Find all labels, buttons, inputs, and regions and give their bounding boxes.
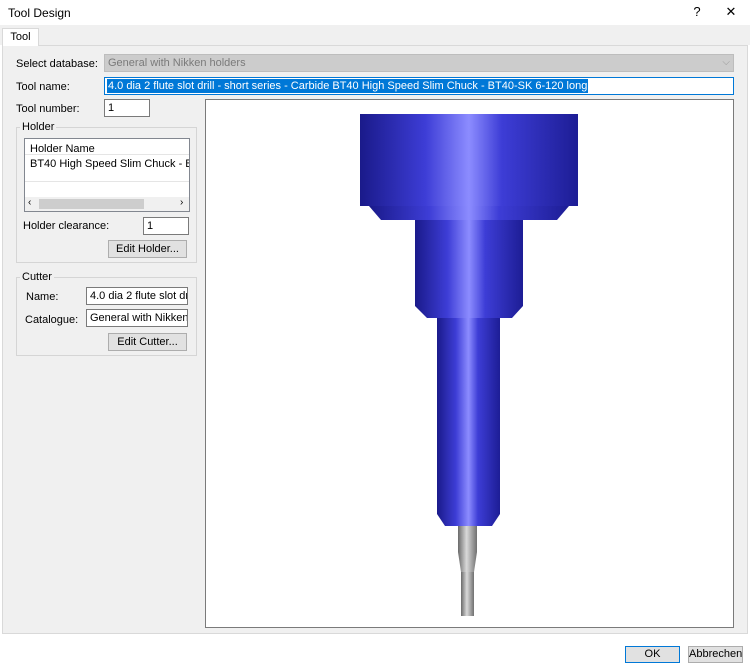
chevron-left-icon[interactable]: ‹ (28, 197, 31, 208)
close-button[interactable]: ✕ (716, 2, 746, 22)
tab-tool[interactable]: Tool (2, 28, 39, 46)
tool-number-input[interactable]: 1 (104, 99, 150, 117)
database-select: General with Nikken holders ⌵ (104, 54, 734, 72)
catalogue-input[interactable]: General with Nikken holders (86, 309, 188, 327)
holder-clearance-input[interactable]: 1 (143, 217, 189, 235)
list-divider (25, 154, 189, 155)
chevron-down-icon: ⌵ (722, 57, 730, 68)
tool-name-value: 4.0 dia 2 flute slot drill - short serie… (107, 79, 589, 93)
edit-holder-button[interactable]: Edit Holder... (108, 240, 187, 258)
database-label: Select database: (16, 58, 98, 70)
cutter-name-label: Name: (26, 291, 59, 303)
tool-preview (205, 99, 734, 628)
catalogue-label: Catalogue: (25, 314, 79, 326)
tool-name-label: Tool name: (16, 81, 70, 93)
cutter-name-input[interactable]: 4.0 dia 2 flute slot drill - short serie… (86, 287, 188, 305)
tool-number-label: Tool number: (16, 103, 80, 115)
cutter-group-title: Cutter (20, 271, 54, 283)
tool-name-input[interactable]: 4.0 dia 2 flute slot drill - short serie… (104, 77, 734, 95)
holder-shape (360, 114, 578, 526)
title-bar (0, 0, 750, 25)
database-value: General with Nikken holders (108, 57, 246, 69)
scrollbar-thumb[interactable] (39, 199, 144, 209)
cutter-shape (458, 526, 477, 616)
list-divider (25, 181, 189, 182)
holder-group-title: Holder (20, 121, 57, 133)
list-item[interactable]: BT40 High Speed Slim Chuck - BT40-SK 6-1… (30, 158, 189, 170)
horizontal-scrollbar[interactable]: ‹ › (25, 197, 189, 211)
edit-cutter-button[interactable]: Edit Cutter... (108, 333, 187, 351)
chevron-right-icon[interactable]: › (180, 197, 183, 208)
tab-strip (0, 25, 750, 45)
tool-preview-graphic (360, 114, 578, 616)
help-button[interactable]: ? (682, 2, 712, 22)
cancel-button[interactable]: Abbrechen (688, 646, 743, 663)
window-title: Tool Design (8, 6, 71, 20)
holder-clearance-label: Holder clearance: (23, 220, 110, 232)
ok-button[interactable]: OK (625, 646, 680, 663)
